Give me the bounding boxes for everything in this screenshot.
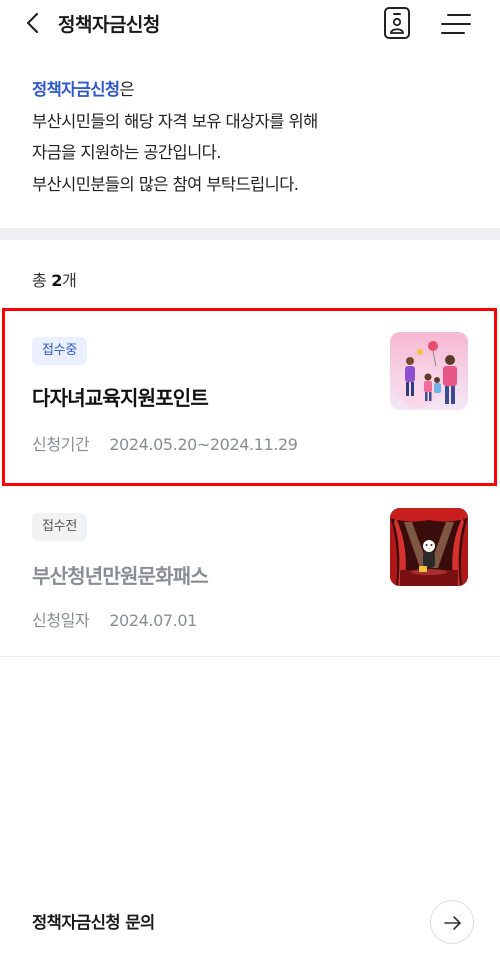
result-count: 총 2개 bbox=[32, 267, 77, 291]
family-illustration-icon bbox=[390, 332, 468, 410]
id-card-icon bbox=[384, 7, 410, 39]
count-suffix: 개 bbox=[62, 271, 77, 290]
arrow-right-icon bbox=[444, 916, 461, 930]
intro-text: 정책자금신청은 부산시민들의 해당 자격 보유 대상자를 위해 자금을 지원하는… bbox=[32, 74, 318, 200]
intro-line-4: 부산시민분들의 많은 참여 부탁드립니다. bbox=[32, 174, 299, 194]
hamburger-menu-icon bbox=[441, 14, 471, 34]
item-meta: 신청일자 2024.07.01 bbox=[32, 607, 197, 631]
item-title: 부산청년만원문화패스 bbox=[32, 564, 209, 588]
meta-label: 신청일자 bbox=[32, 611, 90, 630]
id-card-button[interactable] bbox=[383, 6, 411, 40]
back-button[interactable] bbox=[20, 9, 48, 37]
intro-line-1: 정책자금신청은 bbox=[32, 74, 318, 106]
status-badge: 접수중 bbox=[32, 337, 87, 365]
intro-suffix: 은 bbox=[119, 80, 135, 99]
section-divider bbox=[0, 228, 500, 240]
count-value: 2 bbox=[51, 271, 63, 290]
theater-stage-icon bbox=[390, 508, 468, 586]
inquiry-label: 정책자금신청 문의 bbox=[32, 913, 155, 932]
family-illustration-thumbnail bbox=[390, 332, 468, 410]
chevron-left-icon bbox=[26, 12, 39, 34]
theater-illustration-thumbnail bbox=[390, 508, 468, 586]
intro-line-3: 자금을 지원하는 공간입니다. bbox=[32, 143, 222, 162]
intro-line-2: 부산시민들의 해당 자격 보유 대상자를 위해 bbox=[32, 111, 318, 131]
inquiry-arrow-button[interactable] bbox=[430, 900, 474, 944]
list-item[interactable]: 접수중 다자녀교육지원포인트 신청기간 2024.05.20~2024.11.29 bbox=[0, 300, 500, 486]
menu-button[interactable] bbox=[440, 11, 472, 37]
meta-value: 2024.07.01 bbox=[109, 611, 197, 630]
status-badge: 접수전 bbox=[32, 513, 87, 541]
count-prefix: 총 bbox=[32, 271, 52, 290]
meta-label: 신청기간 bbox=[32, 435, 90, 454]
item-meta: 신청기간 2024.05.20~2024.11.29 bbox=[32, 431, 298, 455]
page-title: 정책자금신청 bbox=[58, 14, 160, 36]
list-item[interactable]: 접수전 부산청년만원문화패스 신청일자 2024.07.01 bbox=[0, 486, 500, 657]
app-header: 정책자금신청 bbox=[0, 0, 500, 46]
item-title: 다자녀교육지원포인트 bbox=[32, 386, 209, 410]
meta-value: 2024.05.20~2024.11.29 bbox=[109, 435, 298, 454]
intro-highlight: 정책자금신청 bbox=[32, 80, 120, 99]
